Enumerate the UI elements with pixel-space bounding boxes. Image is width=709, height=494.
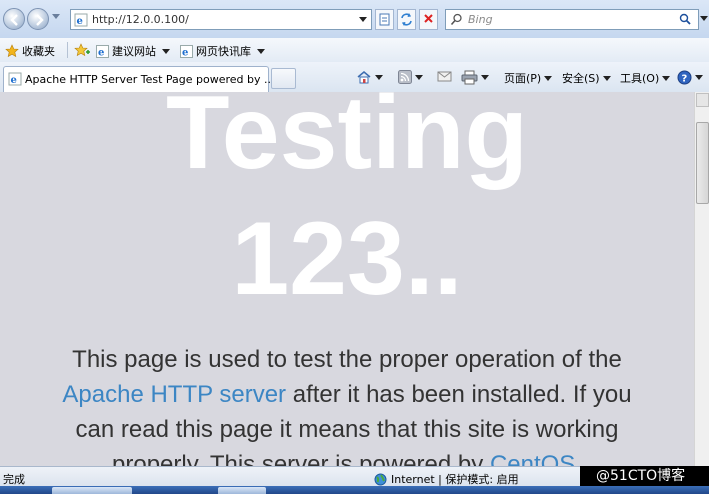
printer-icon bbox=[461, 70, 478, 85]
taskbar-button[interactable] bbox=[52, 487, 132, 494]
page-viewport: Testing 123.. This page is used to test … bbox=[0, 92, 694, 466]
star-icon bbox=[5, 44, 19, 58]
safety-menu[interactable]: 安全(S) bbox=[562, 70, 611, 86]
ie-page-icon: e bbox=[74, 13, 88, 27]
search-field[interactable]: Bing bbox=[445, 9, 699, 30]
home-icon bbox=[357, 71, 371, 84]
taskbar-button[interactable] bbox=[218, 487, 266, 494]
refresh-icon bbox=[401, 13, 412, 26]
add-to-favorites-bar-button[interactable] bbox=[74, 43, 90, 57]
scroll-thumb[interactable] bbox=[696, 122, 709, 204]
chevron-down-icon bbox=[481, 75, 489, 80]
search-placeholder: Bing bbox=[468, 13, 493, 26]
svg-text:e: e bbox=[182, 47, 188, 58]
chevron-down-icon bbox=[415, 74, 423, 80]
suggested-sites-label: 建议网站 bbox=[112, 45, 156, 58]
url-field[interactable]: e http://12.0.0.100/ bbox=[70, 9, 372, 30]
stop-x-icon bbox=[424, 14, 433, 23]
search-options-dropdown-icon[interactable] bbox=[700, 16, 708, 21]
heading-123: 123.. bbox=[231, 201, 463, 317]
tools-menu[interactable]: 工具(O) bbox=[620, 70, 671, 86]
mail-icon bbox=[437, 71, 452, 82]
chevron-down-icon bbox=[662, 75, 671, 81]
ie-page-icon: e bbox=[180, 44, 193, 58]
scroll-up-button[interactable] bbox=[696, 93, 709, 107]
centos-link[interactable]: CentOS bbox=[490, 451, 575, 466]
favorites-bar: 收藏夹 e 建议网站 e 网页快讯库 bbox=[0, 38, 709, 63]
forward-arrow-icon bbox=[36, 14, 44, 26]
tab-command-bar: e Apache HTTP Server Test Page powered b… bbox=[0, 62, 709, 93]
svg-text:?: ? bbox=[682, 74, 688, 85]
favorites-button[interactable]: 收藏夹 bbox=[5, 43, 55, 59]
search-icon bbox=[450, 13, 462, 26]
separator bbox=[67, 42, 68, 58]
watermark: @51CTO博客 bbox=[580, 466, 709, 486]
taskbar bbox=[0, 486, 709, 494]
ie-page-icon: e bbox=[8, 72, 22, 86]
address-toolbar: e http://12.0.0.100/ Bing bbox=[0, 0, 709, 39]
help-icon: ? bbox=[677, 70, 692, 85]
status-text: 完成 bbox=[3, 473, 25, 486]
web-slice-gallery-item[interactable]: e 网页快讯库 bbox=[180, 43, 265, 59]
back-button[interactable] bbox=[3, 8, 25, 30]
safety-menu-label: 安全(S) bbox=[562, 72, 600, 85]
feeds-button[interactable] bbox=[398, 70, 423, 84]
chevron-down-icon bbox=[602, 75, 611, 81]
refresh-button[interactable] bbox=[397, 9, 416, 30]
add-favorite-star-icon bbox=[74, 43, 90, 57]
web-slice-gallery-label: 网页快讯库 bbox=[196, 45, 251, 58]
tab-title: Apache HTTP Server Test Page powered by … bbox=[25, 73, 275, 86]
suggested-sites-item[interactable]: e 建议网站 bbox=[96, 43, 170, 59]
back-arrow-icon bbox=[10, 14, 18, 26]
intro-paragraph: This page is used to test the proper ope… bbox=[40, 342, 654, 466]
stop-button[interactable] bbox=[419, 9, 438, 30]
heading-testing: Testing bbox=[165, 92, 529, 191]
compatibility-view-button[interactable] bbox=[375, 9, 394, 30]
intro-text-1: This page is used to test the proper ope… bbox=[72, 346, 622, 373]
apache-http-server-link[interactable]: Apache HTTP server bbox=[62, 381, 286, 408]
chevron-down-icon bbox=[375, 75, 383, 80]
tools-menu-label: 工具(O) bbox=[620, 72, 660, 85]
tab-active[interactable]: e Apache HTTP Server Test Page powered b… bbox=[3, 66, 275, 92]
vertical-scrollbar[interactable] bbox=[694, 92, 709, 466]
chevron-down-icon bbox=[257, 48, 265, 54]
svg-text:e: e bbox=[77, 16, 83, 27]
chevron-down-icon bbox=[695, 75, 703, 80]
intro-text-3: . bbox=[575, 451, 582, 466]
print-button[interactable] bbox=[461, 70, 489, 85]
compatibility-icon bbox=[379, 13, 390, 26]
url-text: http://12.0.0.100/ bbox=[92, 13, 189, 26]
svg-text:e: e bbox=[11, 75, 17, 86]
home-button[interactable] bbox=[356, 70, 383, 85]
new-tab-button[interactable] bbox=[271, 68, 296, 89]
history-dropdown-icon[interactable] bbox=[52, 14, 60, 19]
zone-text: Internet | 保护模式: 启用 bbox=[391, 473, 519, 486]
security-zone[interactable]: Internet | 保护模式: 启用 bbox=[374, 471, 519, 487]
search-go-icon[interactable] bbox=[679, 13, 692, 26]
chevron-down-icon bbox=[544, 75, 553, 81]
help-button[interactable]: ? bbox=[677, 70, 703, 85]
globe-icon bbox=[374, 473, 387, 485]
url-dropdown-icon[interactable] bbox=[359, 17, 367, 22]
page-menu-label: 页面(P) bbox=[504, 72, 542, 85]
svg-text:e: e bbox=[98, 47, 104, 58]
read-mail-button[interactable] bbox=[437, 70, 452, 83]
rss-feed-icon bbox=[398, 70, 412, 84]
forward-button[interactable] bbox=[27, 8, 49, 30]
page-menu[interactable]: 页面(P) bbox=[504, 70, 553, 86]
chevron-down-icon bbox=[162, 48, 170, 54]
favorites-label: 收藏夹 bbox=[22, 45, 55, 58]
ie-page-icon: e bbox=[96, 44, 109, 58]
